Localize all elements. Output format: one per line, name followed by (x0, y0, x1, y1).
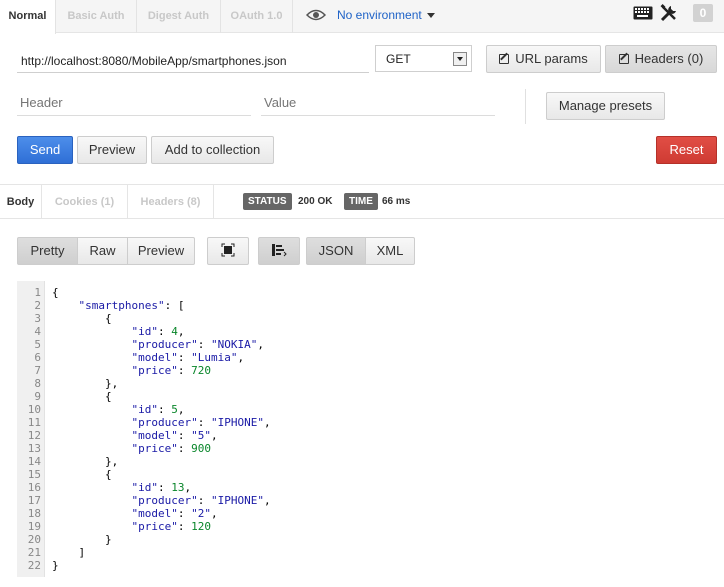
line-number: 7 (34, 364, 41, 377)
line-number: 4 (34, 325, 41, 338)
manage-presets-button[interactable]: Manage presets (546, 92, 665, 120)
add-to-collection-button[interactable]: Add to collection (151, 136, 274, 164)
eye-icon (306, 9, 326, 21)
headers-label: Headers (0) (634, 51, 704, 66)
tab-oauth[interactable]: OAuth 1.0 (221, 0, 293, 33)
auth-tab-bar: Normal Basic Auth Digest Auth OAuth 1.0 … (0, 0, 724, 34)
line-number: 10 (27, 403, 41, 416)
header-value-input[interactable] (261, 90, 495, 116)
header-key-input[interactable] (17, 90, 251, 116)
url-params-label: URL params (515, 51, 588, 66)
line-number: 18 (27, 507, 41, 520)
reset-button[interactable]: Reset (656, 136, 717, 164)
code-line: "id": 13, (131, 481, 192, 494)
tab-digest-auth[interactable]: Digest Auth (137, 0, 221, 33)
wrench-screwdriver-icon[interactable] (660, 4, 678, 22)
tab-basic-auth[interactable]: Basic Auth (56, 0, 137, 33)
line-number: 3 (34, 312, 41, 325)
url-params-button[interactable]: URL params (486, 45, 601, 73)
status-value: 200 OK (298, 196, 333, 207)
tab-response-headers[interactable]: Headers (8) (128, 185, 214, 219)
fullscreen-button[interactable] (207, 237, 249, 265)
code-line: }, (52, 377, 119, 390)
code-line: { (52, 312, 112, 325)
code-line: "price": 120 (131, 520, 211, 533)
count-badge[interactable]: 0 (693, 4, 713, 22)
line-number: 5 (34, 338, 41, 351)
code-line: } (52, 533, 112, 546)
line-number: 9 (34, 390, 41, 403)
code-line: "producer": "IPHONE", (131, 494, 271, 507)
line-number: 20 (27, 533, 41, 546)
code-line: "model": "2", (131, 507, 218, 520)
edit-icon (618, 54, 629, 64)
preview-view-button[interactable]: Preview (127, 237, 195, 265)
chevron-down-icon[interactable] (427, 13, 435, 18)
tab-body[interactable]: Body (0, 185, 42, 219)
url-input[interactable] (17, 47, 369, 73)
raw-button[interactable]: Raw (77, 237, 128, 265)
line-number: 15 (27, 468, 41, 481)
method-label: GET (386, 52, 411, 66)
edit-icon (499, 54, 510, 64)
line-number: 2 (34, 299, 41, 312)
code-line: }, (52, 455, 119, 468)
pretty-button[interactable]: Pretty (17, 237, 78, 265)
code-line: "price": 720 (131, 364, 211, 377)
line-number: 21 (27, 546, 41, 559)
code-line: "producer": "IPHONE", (131, 416, 271, 429)
line-number: 17 (27, 494, 41, 507)
response-body-code[interactable]: 1 {2 "smartphones": [ 3 {4 "id": 4, 5 "prod… (17, 281, 724, 577)
divider (525, 89, 526, 124)
code-line: "price": 900 (131, 442, 211, 455)
line-number: 12 (27, 429, 41, 442)
code-line: { (52, 390, 112, 403)
code-line: } (52, 559, 59, 572)
line-number: 6 (34, 351, 41, 364)
send-button[interactable]: Send (17, 136, 73, 164)
code-line: "producer": "NOKIA", (131, 338, 264, 351)
xml-button[interactable]: XML (365, 237, 415, 265)
line-number: 11 (27, 416, 41, 429)
code-line: { (52, 468, 112, 481)
code-line: "id": 4, (131, 325, 185, 338)
tab-cookies[interactable]: Cookies (1) (42, 185, 128, 219)
line-number: 1 (34, 286, 41, 299)
code-line: "model": "5", (131, 429, 218, 442)
code-line: { (52, 286, 59, 299)
method-select[interactable]: GET (375, 45, 472, 72)
code-line: "smartphones": [ (78, 299, 185, 312)
wrap-lines-button[interactable] (258, 237, 300, 265)
keyboard-icon[interactable] (633, 6, 653, 20)
environment-selector[interactable]: No environment (337, 8, 422, 22)
line-number: 19 (27, 520, 41, 533)
code-line: "model": "Lumia", (131, 351, 245, 364)
tab-normal[interactable]: Normal (0, 0, 56, 34)
code-line: "id": 5, (131, 403, 185, 416)
wrap-lines-icon (272, 244, 287, 257)
line-number: 13 (27, 442, 41, 455)
headers-button[interactable]: Headers (0) (605, 45, 717, 73)
line-number: 14 (27, 455, 41, 468)
line-number: 8 (34, 377, 41, 390)
code-line: ] (52, 546, 86, 559)
json-button[interactable]: JSON (306, 237, 366, 265)
fullscreen-icon (221, 243, 235, 257)
chevron-down-icon[interactable] (453, 52, 467, 66)
time-label: TIME (344, 193, 378, 210)
status-label: STATUS (243, 193, 292, 210)
time-value: 66 ms (382, 196, 411, 207)
line-number: 22 (27, 559, 41, 572)
line-number: 16 (27, 481, 41, 494)
preview-button[interactable]: Preview (77, 136, 147, 164)
